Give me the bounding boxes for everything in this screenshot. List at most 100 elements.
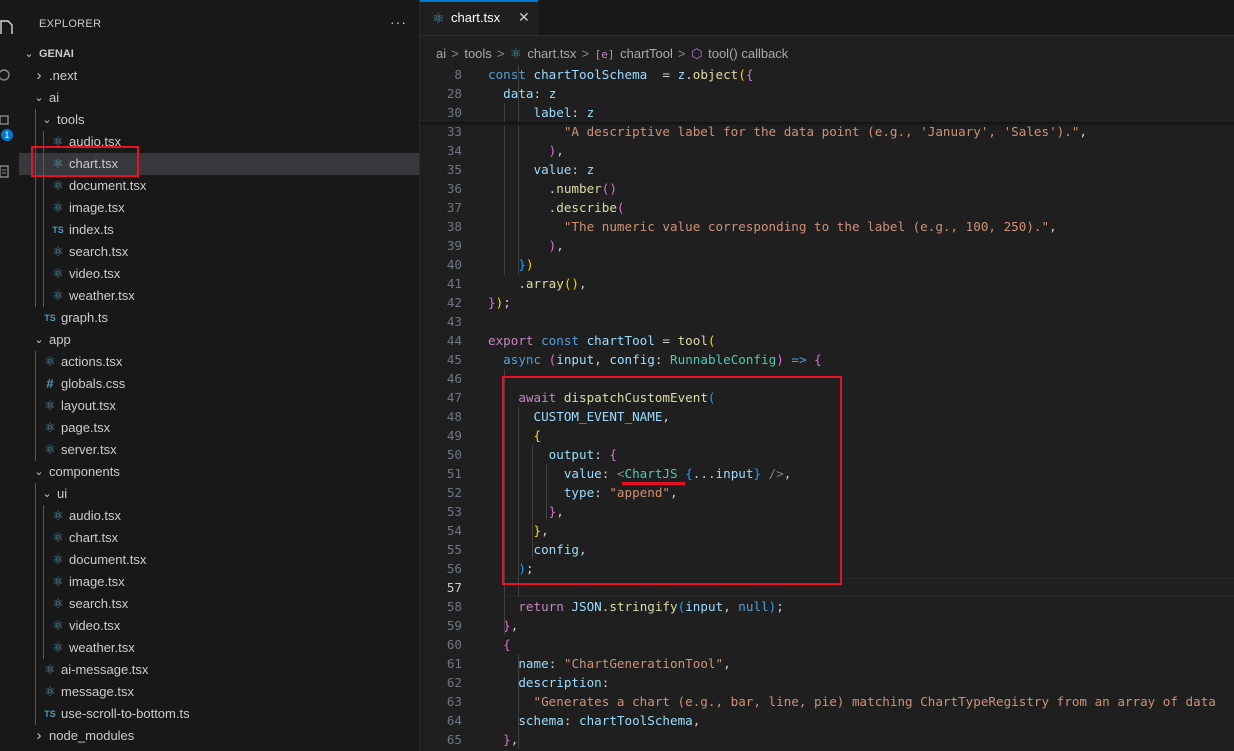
tree-folder[interactable]: › node_modules (19, 725, 419, 747)
code-line[interactable]: 43 (420, 312, 1234, 331)
code-token: null (738, 599, 769, 614)
tree-file[interactable]: # globals.css (19, 373, 419, 395)
line-number: 61 (446, 656, 462, 671)
explorer-root-folder[interactable]: ⌄ GENAI (19, 43, 419, 65)
code-line[interactable]: 36 .number() (420, 179, 1234, 198)
react-file-icon: ⚛ (44, 398, 56, 413)
code-line[interactable]: 45 async (input, config: RunnableConfig)… (420, 350, 1234, 369)
close-icon[interactable]: ✕ (518, 9, 530, 26)
code-line[interactable]: 44 export const chartTool = tool( (420, 331, 1234, 350)
search-icon[interactable] (0, 68, 14, 82)
tree-folder[interactable]: ⌄ components (19, 461, 419, 483)
line-number: 41 (446, 276, 462, 291)
code-line[interactable]: 39 ), (420, 236, 1234, 255)
breadcrumb-item-file[interactable]: chart.tsx (527, 46, 576, 61)
tree-item-label: image.tsx (69, 574, 125, 589)
code-token: z (586, 105, 595, 120)
code-token: : (601, 675, 610, 690)
tree-folder[interactable]: › .next (19, 65, 419, 87)
tree-file[interactable]: TS use-scroll-to-bottom.ts (19, 703, 419, 725)
tree-file[interactable]: ⚛ image.tsx (19, 197, 419, 219)
code-token: : (548, 656, 564, 671)
code-line[interactable]: 42}); (420, 293, 1234, 312)
code-text: .number() (488, 179, 617, 198)
indent-guide (518, 654, 519, 749)
tree-file[interactable]: ⚛ video.tsx (19, 615, 419, 637)
breadcrumb-item-callback[interactable]: tool() callback (708, 46, 788, 61)
breadcrumb-item-tools[interactable]: tools (464, 46, 491, 61)
code-token: , (594, 352, 610, 367)
breadcrumb-item-ai[interactable]: ai (436, 46, 446, 61)
tree-item-label: ui (57, 486, 68, 501)
code-line[interactable]: 41 .array(), (420, 274, 1234, 293)
source-control-icon[interactable] (0, 114, 14, 128)
code-line[interactable]: 60 { (420, 635, 1234, 654)
tree-file[interactable]: ⚛ ai-message.tsx (19, 659, 419, 681)
tree-file[interactable]: ⚛ actions.tsx (19, 351, 419, 373)
code-token: "ChartGenerationTool" (563, 656, 724, 671)
code-token: chartToolSchema (533, 67, 648, 82)
line-number: 43 (446, 314, 462, 329)
tree-file[interactable]: TS graph.ts (19, 307, 419, 329)
tree-file[interactable]: ⚛ server.tsx (19, 439, 419, 461)
code-line[interactable]: 40 }) (420, 255, 1234, 274)
tab-chart-tsx[interactable]: ⚛ chart.tsx ✕ (420, 0, 538, 35)
extensions-icon[interactable] (0, 164, 14, 178)
notification-badge: 1 (1, 129, 13, 141)
code-text: ), (488, 236, 564, 255)
code-line[interactable]: 37 .describe( (420, 198, 1234, 217)
more-actions-icon[interactable]: ··· (390, 14, 407, 30)
indent-guide (518, 65, 519, 275)
code-line[interactable]: 63 "Generates a chart (e.g., bar, line, … (420, 692, 1234, 711)
tree-file[interactable]: ⚛ image.tsx (19, 571, 419, 593)
tree-file[interactable]: ⚛ layout.tsx (19, 395, 419, 417)
tree-file[interactable]: ⚛ weather.tsx (19, 637, 419, 659)
code-line[interactable]: 30 label: z (420, 103, 1234, 122)
tree-folder[interactable]: ⌄ ai (19, 87, 419, 109)
files-icon[interactable] (0, 20, 14, 34)
tree-folder[interactable]: ⌄ app (19, 329, 419, 351)
line-number: 49 (446, 428, 462, 443)
code-token: schema (518, 713, 564, 728)
code-line[interactable]: 59 }, (420, 616, 1234, 635)
tree-file[interactable]: ⚛ search.tsx (19, 593, 419, 615)
code-line[interactable]: 64 schema: chartToolSchema, (420, 711, 1234, 730)
code-token: JSON (571, 599, 602, 614)
line-number: 45 (446, 352, 462, 367)
code-token: "Generates a chart (e.g., bar, line, pie… (533, 694, 1216, 709)
tree-file[interactable]: ⚛ search.tsx (19, 241, 419, 263)
tree-file[interactable]: ⚛ page.tsx (19, 417, 419, 439)
tree-item-label: use-scroll-to-bottom.ts (61, 706, 190, 721)
react-file-icon: ⚛ (52, 640, 64, 655)
code-line[interactable]: 58 return JSON.stringify(input, null); (420, 597, 1234, 616)
indent-guide (43, 505, 44, 659)
code-text: const chartToolSchema = z.object({ (488, 65, 753, 84)
code-line[interactable]: 28 data: z (420, 84, 1234, 103)
tree-file[interactable]: ⚛ message.tsx (19, 681, 419, 703)
tree-item-label: document.tsx (69, 178, 147, 193)
code-line[interactable]: 38 "The numeric value corresponding to t… (420, 217, 1234, 236)
tree-file[interactable]: TS index.ts (19, 219, 419, 241)
tree-file[interactable]: ⚛ audio.tsx (19, 505, 419, 527)
tree-file[interactable]: ⚛ document.tsx (19, 175, 419, 197)
code-line[interactable]: 8 const chartToolSchema = z.object({ (420, 65, 1234, 84)
code-line[interactable]: 65 }, (420, 730, 1234, 749)
code-line[interactable]: 61 name: "ChartGenerationTool", (420, 654, 1234, 673)
line-number: 58 (446, 599, 462, 614)
tree-file[interactable]: ⚛ document.tsx (19, 549, 419, 571)
code-token: . (488, 181, 557, 196)
code-token: ( (707, 333, 716, 348)
tree-folder[interactable]: ⌄ tools (19, 109, 419, 131)
code-line[interactable]: 35 value: z (420, 160, 1234, 179)
line-number: 51 (446, 466, 462, 481)
tree-file[interactable]: ⚛ weather.tsx (19, 285, 419, 307)
code-line[interactable]: 34 ), (420, 141, 1234, 160)
code-line[interactable]: 62 description: (420, 673, 1234, 692)
code-text: description: (488, 673, 609, 692)
breadcrumb-item-symbol[interactable]: chartTool (620, 46, 673, 61)
tree-file[interactable]: ⚛ video.tsx (19, 263, 419, 285)
tree-folder[interactable]: ⌄ ui (19, 483, 419, 505)
tree-file[interactable]: ⚛ chart.tsx (19, 527, 419, 549)
